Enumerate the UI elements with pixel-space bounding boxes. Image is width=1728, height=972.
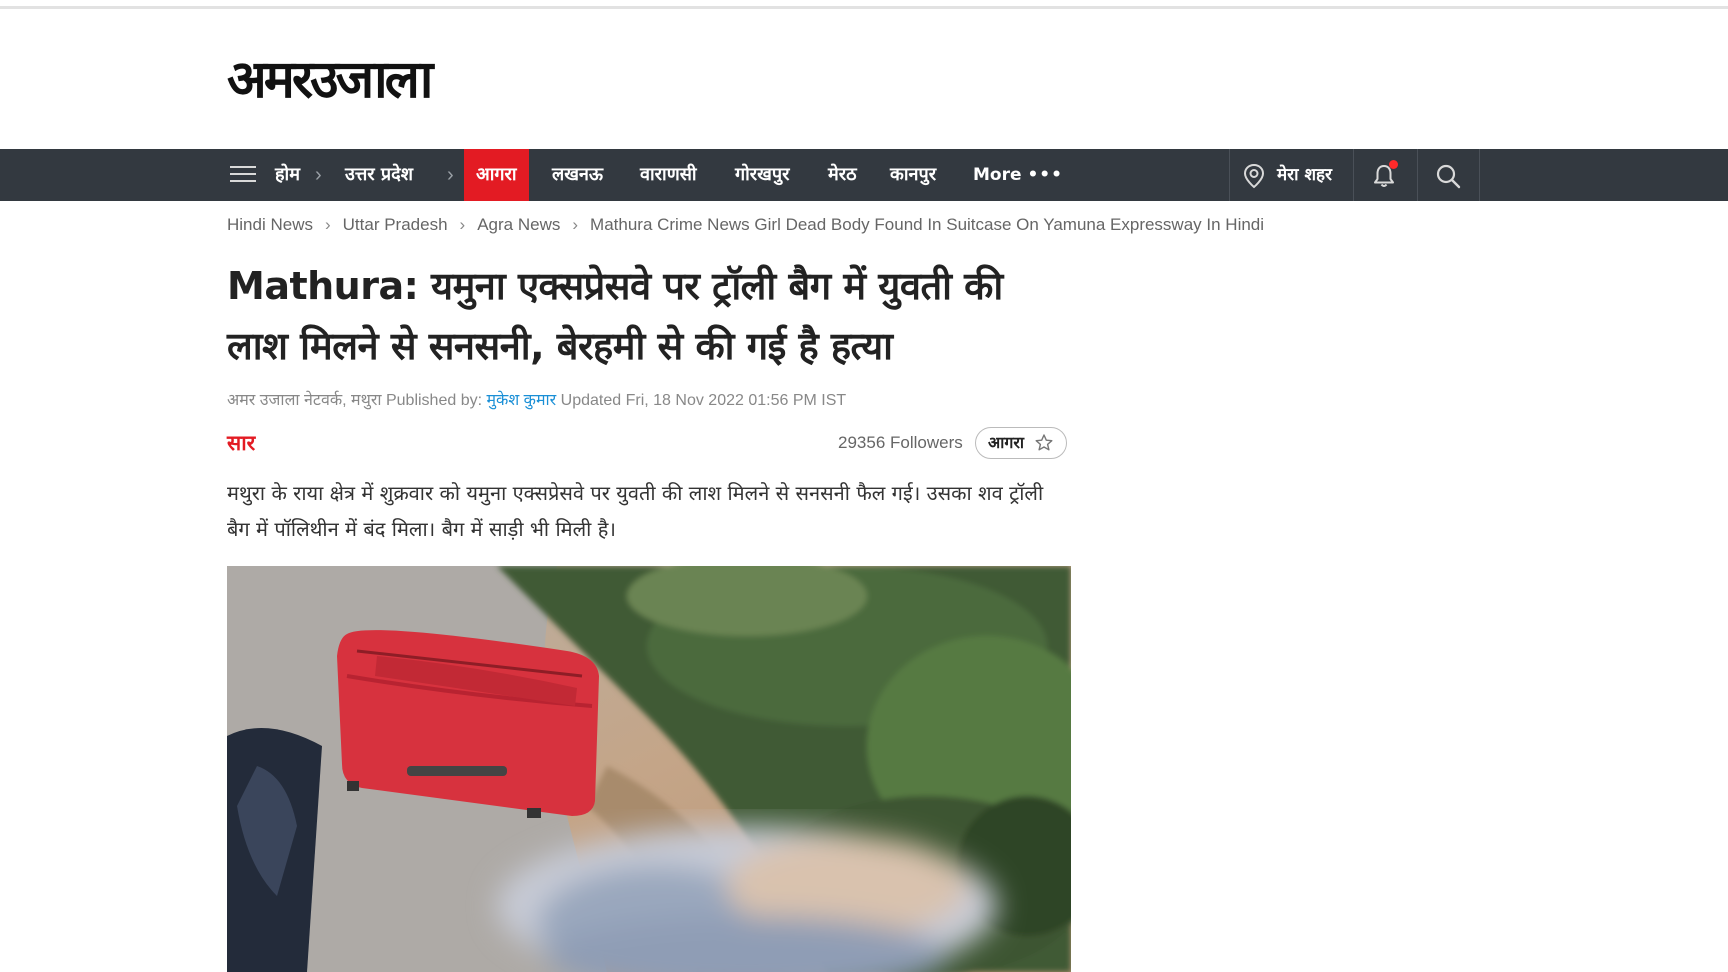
star-icon (1034, 428, 1054, 468)
notification-dot (1389, 160, 1398, 169)
nav-more-label: More (973, 165, 1022, 185)
my-city-link[interactable]: मेरा शहर (1277, 149, 1332, 201)
nav-item-kanpur[interactable]: कानपुर (890, 149, 936, 201)
followers-count: 29356 Followers (838, 433, 963, 452)
nav-item-home[interactable]: होम (275, 149, 300, 201)
chevron-right-icon: › (315, 164, 322, 186)
top-border (0, 6, 1728, 9)
nav-item-uttar-pradesh[interactable]: उत्तर प्रदेश (345, 149, 413, 201)
nav-divider (1417, 149, 1418, 201)
author-link[interactable]: मुकेश कुमार (486, 392, 556, 409)
breadcrumb-separator: › (572, 215, 579, 234)
breadcrumb-current: Mathura Crime News Girl Dead Body Found … (590, 215, 1265, 234)
breadcrumb-item[interactable]: Hindi News (227, 215, 313, 234)
search-icon[interactable] (1435, 163, 1461, 189)
more-dots-icon: ••• (1027, 165, 1064, 185)
nav-item-meerut[interactable]: मेरठ (828, 149, 857, 201)
chevron-right-icon: › (447, 164, 454, 186)
main-nav: होम › उत्तर प्रदेश › आगरा लखनऊ वाराणसी ग… (0, 149, 1728, 201)
follow-city-button[interactable]: आगरा (975, 427, 1067, 459)
updated-time: Updated Fri, 18 Nov 2022 01:56 PM IST (560, 392, 847, 409)
nav-item-lucknow[interactable]: लखनऊ (552, 149, 603, 201)
breadcrumb-item[interactable]: Agra News (477, 215, 560, 234)
nav-divider (1353, 149, 1354, 201)
article-summary: मथुरा के राया क्षेत्र में शुक्रवार को यम… (227, 481, 1044, 541)
nav-more-button[interactable]: More ••• (973, 149, 1063, 201)
article-headline: Mathura: यमुना एक्सप्रेसवे पर ट्रॉली बैग… (227, 264, 1003, 368)
breadcrumb: Hindi News › Uttar Pradesh › Agra News › Mathu… (227, 215, 1264, 235)
breadcrumb-separator: › (324, 215, 331, 234)
follow-city-label: आगरा (988, 433, 1025, 452)
article-byline: अमर उजाला नेटवर्क, मथुरा Published by: म… (227, 388, 846, 410)
article-image (227, 566, 1071, 972)
site-logo[interactable]: अमरउजाला (227, 52, 433, 108)
nav-divider (1479, 149, 1480, 201)
nav-divider (1229, 149, 1230, 201)
nav-item-gorakhpur[interactable]: गोरखपुर (735, 149, 789, 201)
nav-item-agra[interactable]: आगरा (464, 149, 529, 201)
breadcrumb-separator: › (459, 215, 466, 234)
breadcrumb-item[interactable]: Uttar Pradesh (343, 215, 448, 234)
nav-item-varanasi[interactable]: वाराणसी (640, 149, 697, 201)
location-icon[interactable] (1243, 163, 1265, 189)
byline-published-label: Published by: (385, 392, 483, 409)
summary-label: सार (227, 431, 256, 455)
menu-icon[interactable] (230, 166, 256, 184)
byline-source: अमर उजाला नेटवर्क, मथुरा (227, 392, 382, 409)
